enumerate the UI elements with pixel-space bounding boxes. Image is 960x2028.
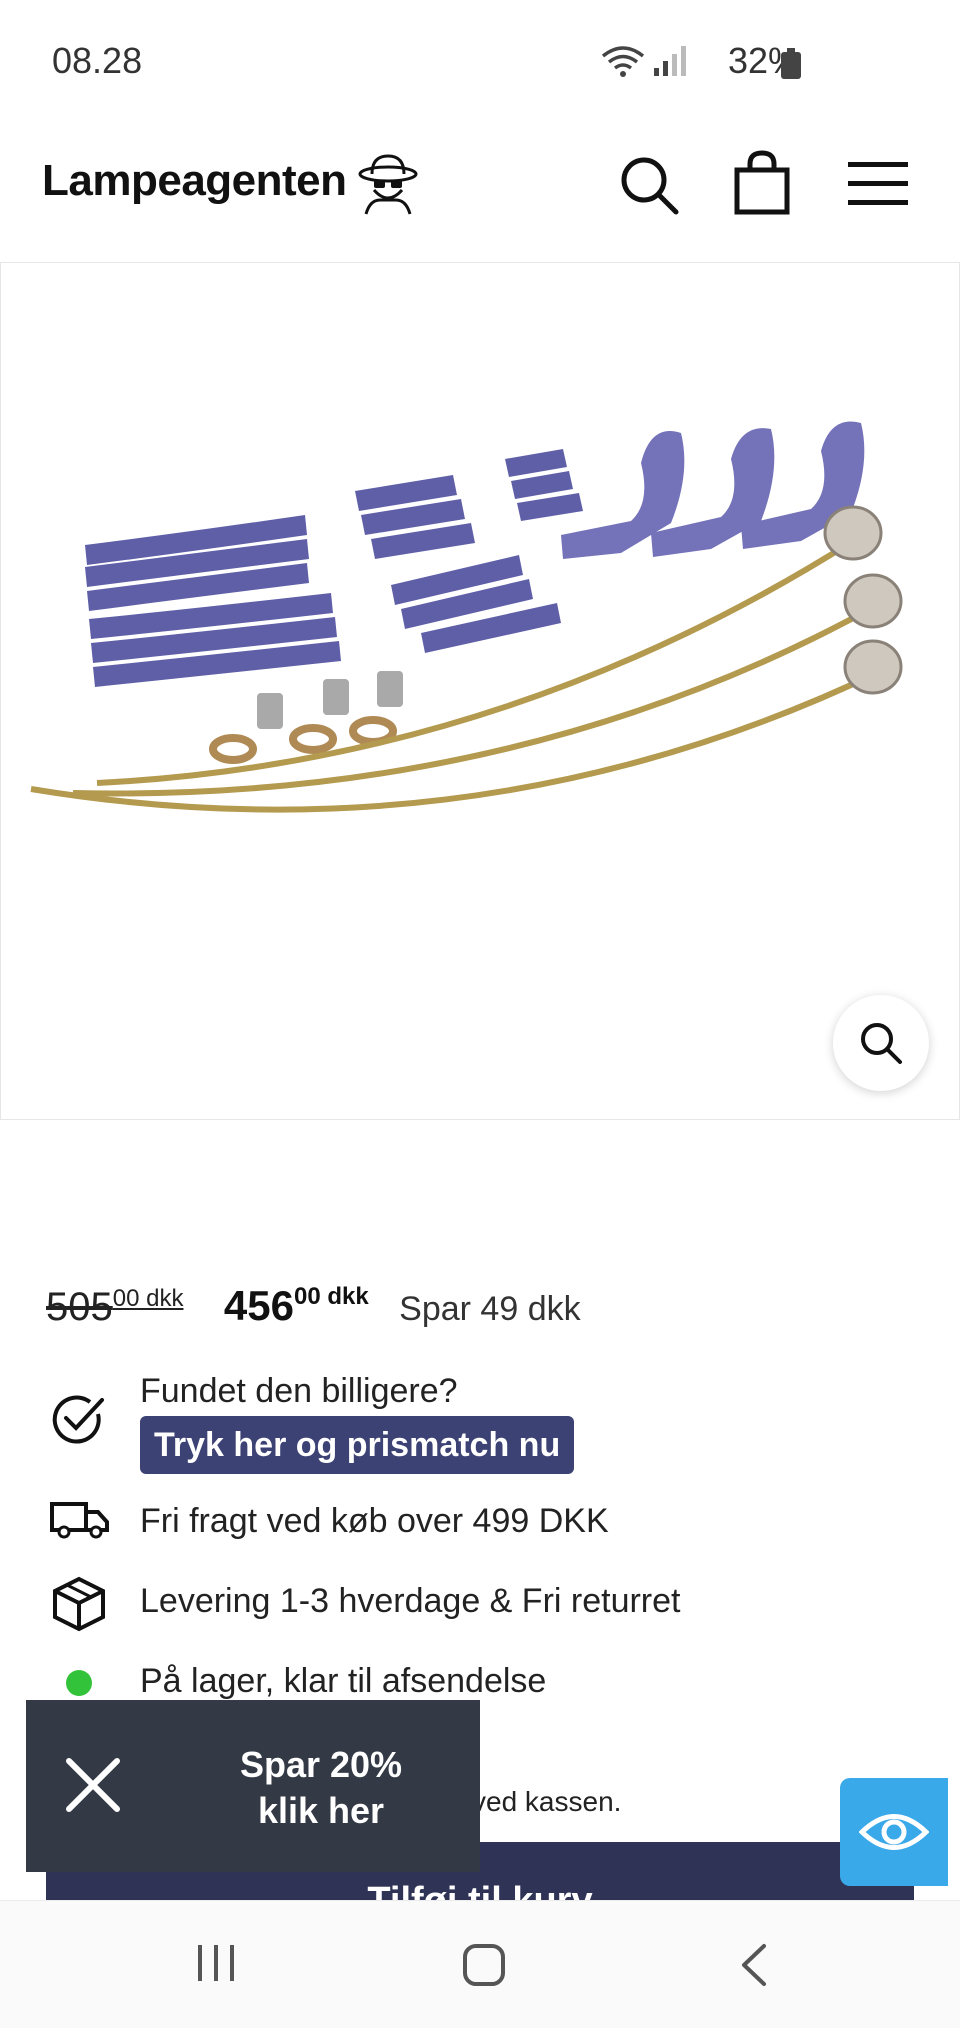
stock-status-text: På lager, klar til afsendelse	[140, 1662, 547, 1700]
popup-line-2: klik her	[257, 1790, 385, 1831]
delivery-text: Levering 1-3 hverdage & Fri returret	[140, 1582, 681, 1620]
accessibility-widget-button[interactable]	[840, 1778, 948, 1886]
lamp-arms-kit-illustration	[30, 421, 903, 813]
signal-icon	[654, 46, 686, 76]
old-price: 505	[46, 1285, 113, 1329]
cart-icon[interactable]	[732, 150, 792, 216]
status-bar: 08.28 32%	[0, 0, 960, 120]
recents-icon[interactable]	[196, 1943, 236, 1983]
free-shipping-text: Fri fragt ved køb over 499 DKK	[140, 1502, 609, 1540]
popup-line-1: Spar 20%	[239, 1744, 403, 1785]
product-image[interactable]	[0, 262, 960, 1120]
status-time: 08.28	[52, 40, 143, 81]
search-icon[interactable]	[618, 154, 680, 216]
sale-price-decimals: 00 dkk	[294, 1283, 369, 1310]
checkout-note: ved kassen.	[472, 1786, 622, 1817]
price-row: 50500 dkk 45600 dkk Spar 49 dkk	[46, 1282, 581, 1330]
check-circle-icon	[52, 1395, 104, 1444]
popup-close-button[interactable]	[50, 1742, 136, 1828]
eye-icon	[859, 1814, 929, 1850]
site-header: Lampeagenten	[0, 120, 960, 260]
zoom-icon	[861, 1023, 902, 1064]
price-match-button[interactable]: Tryk her og prismatch nu	[140, 1416, 575, 1474]
savings-text: Spar 49 dkk	[399, 1290, 581, 1328]
agent-logo-icon	[358, 154, 418, 215]
site-logo[interactable]: Lampeagenten	[42, 156, 347, 206]
sale-price: 456	[223, 1282, 294, 1329]
truck-icon	[50, 1502, 109, 1539]
menu-icon[interactable]	[848, 160, 908, 206]
old-price-decimals: 00 dkk	[112, 1285, 184, 1312]
discount-popup[interactable]: Spar 20% klik her	[26, 1700, 480, 1872]
popup-offer-text[interactable]: Spar 20% klik her	[176, 1742, 466, 1834]
system-nav-bar	[0, 1900, 960, 2028]
zoom-button[interactable]	[833, 995, 929, 1091]
back-icon[interactable]	[738, 1943, 768, 1987]
in-stock-indicator	[66, 1670, 92, 1696]
package-icon	[53, 1576, 105, 1632]
battery-icon	[781, 48, 801, 79]
close-icon	[66, 1758, 120, 1812]
home-icon[interactable]	[462, 1943, 506, 1987]
wifi-icon	[601, 46, 645, 77]
price-match-title: Fundet den billigere?	[140, 1372, 458, 1410]
